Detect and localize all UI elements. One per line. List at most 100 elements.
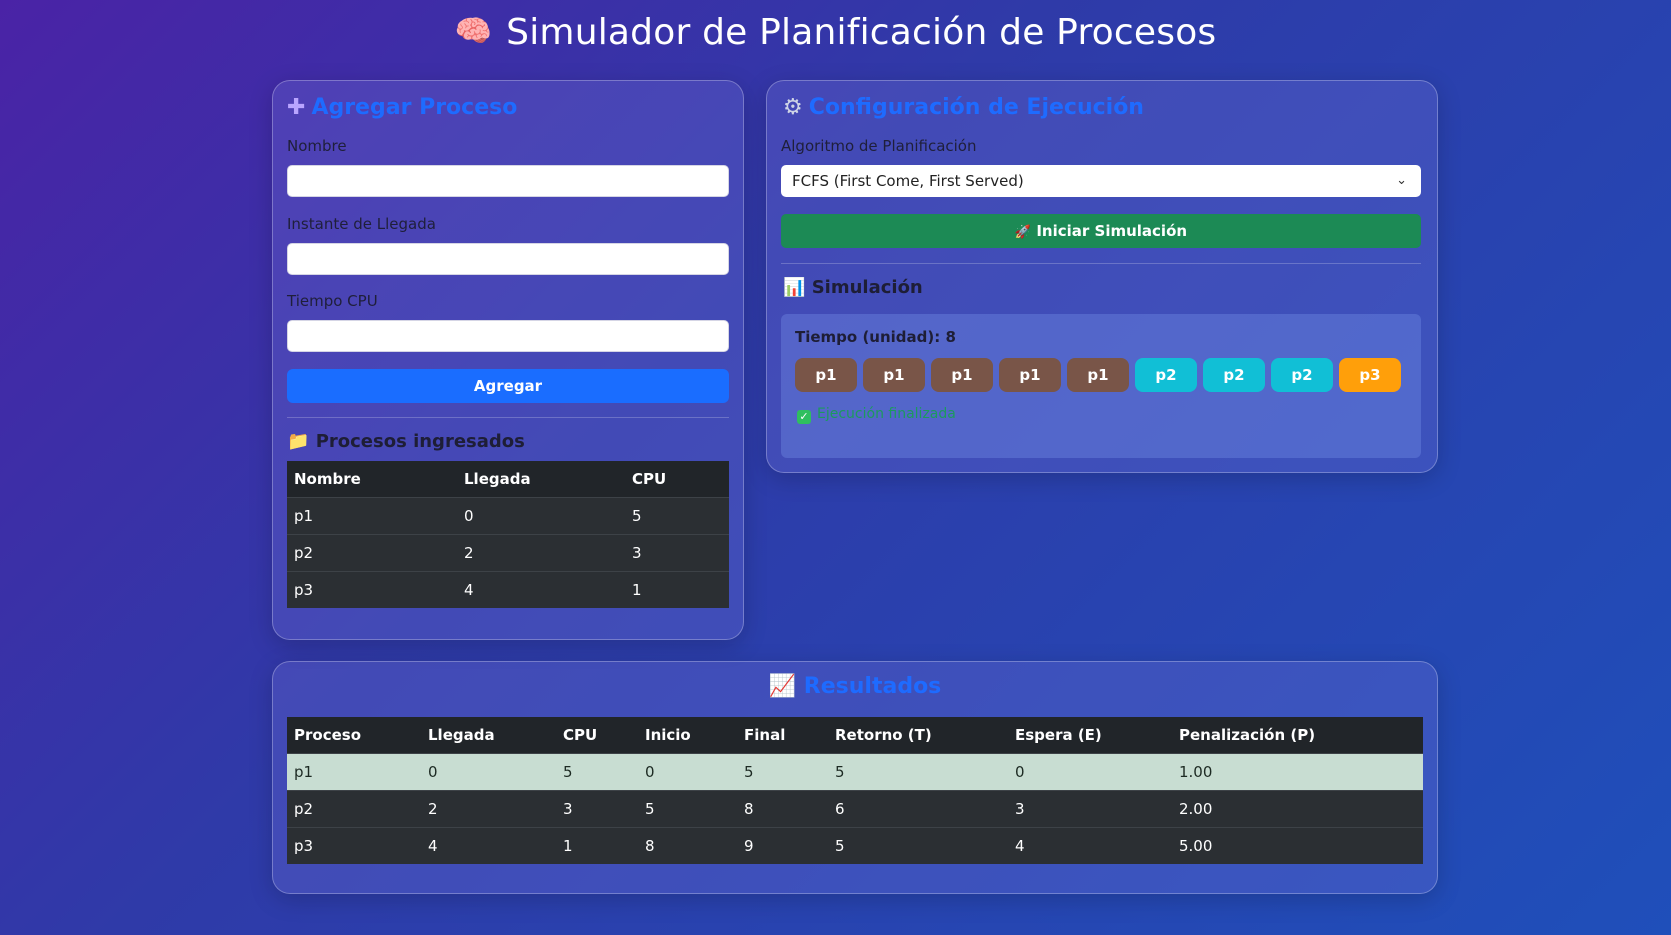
chevron-down-icon: ⌄ (1396, 173, 1407, 188)
cell: 0 (421, 753, 556, 791)
page-title: 🧠 Simulador de Planificación de Procesos (0, 12, 1671, 53)
table-row: p1 0 5 (287, 497, 729, 535)
name-input[interactable] (287, 165, 729, 197)
cell: p3 (287, 827, 421, 864)
gantt-block-p3: p3 (1339, 358, 1401, 392)
cell: 8 (737, 790, 828, 828)
status-text-label: Ejecución finalizada (817, 406, 956, 422)
gantt-block-p1: p1 (931, 358, 993, 392)
arrival-input[interactable] (287, 243, 729, 275)
name-label: Nombre (287, 137, 347, 155)
cell: p2 (287, 534, 457, 572)
start-simulation-label: Iniciar Simulación (1036, 222, 1188, 240)
divider (781, 263, 1421, 264)
col-proceso: Proceso (287, 717, 421, 754)
results-card: 📈 Resultados Proceso Llegada CPU Inicio … (272, 661, 1438, 894)
gantt-block-p2: p2 (1203, 358, 1265, 392)
config-card: ⚙ Configuración de Ejecución Algoritmo de… (766, 80, 1438, 473)
status-text: ✓ Ejecución finalizada (797, 406, 956, 424)
cell: p1 (287, 753, 421, 791)
simulation-title-text: Simulación (811, 277, 923, 298)
simulation-panel: Tiempo (unidad): 8 p1 p1 p1 p1 p1 p2 p2 p2 p3 ✓ E… (781, 314, 1421, 458)
cpu-label: Tiempo CPU (287, 292, 378, 310)
cell: 6 (828, 790, 1008, 828)
divider (287, 417, 729, 418)
cell: 0 (1008, 753, 1172, 791)
cell: 1 (625, 571, 729, 608)
cell: 5.00 (1172, 827, 1423, 864)
gantt-block-p2: p2 (1135, 358, 1197, 392)
gantt-block-p1: p1 (999, 358, 1061, 392)
cell: p1 (287, 497, 457, 535)
algorithm-label: Algoritmo de Planificación (781, 137, 977, 155)
cpu-input[interactable] (287, 320, 729, 352)
cell: 2.00 (1172, 790, 1423, 828)
folder-icon: 📁 (287, 431, 310, 452)
cell: 5 (828, 827, 1008, 864)
brain-icon: 🧠 (454, 14, 493, 49)
cell: 2 (457, 534, 625, 572)
cell: 0 (638, 753, 737, 791)
bar-chart-icon: 📊 (783, 277, 806, 298)
col-espera: Espera (E) (1008, 717, 1172, 754)
process-list-title: 📁 Procesos ingresados (287, 431, 525, 452)
rocket-icon: 🚀 (1014, 225, 1032, 240)
table-row: p2 2 3 5 8 6 3 2.00 (287, 790, 1423, 828)
cell: 9 (737, 827, 828, 864)
algorithm-select[interactable]: FCFS (First Come, First Served) ⌄ (781, 165, 1421, 197)
simulation-title: 📊 Simulación (783, 277, 923, 298)
cell: 3 (625, 534, 729, 572)
cell: 2 (421, 790, 556, 828)
col-llegada: Llegada (457, 461, 625, 498)
gantt-block-p2: p2 (1271, 358, 1333, 392)
arrival-label: Instante de Llegada (287, 215, 436, 233)
time-label: Tiempo (unidad): 8 (795, 328, 956, 346)
cell: 4 (457, 571, 625, 608)
add-process-title-text: Agregar Proceso (311, 95, 518, 120)
cell: 5 (625, 497, 729, 535)
page-title-text: Simulador de Planificación de Procesos (506, 12, 1217, 53)
check-icon: ✓ (797, 410, 811, 424)
cell: 5 (828, 753, 1008, 791)
gear-icon: ⚙ (783, 95, 803, 120)
col-cpu: CPU (625, 461, 729, 498)
col-penalizacion: Penalización (P) (1172, 717, 1423, 754)
cell: p2 (287, 790, 421, 828)
table-row: p2 2 3 (287, 534, 729, 572)
plus-icon: ✚ (287, 95, 306, 120)
col-inicio: Inicio (638, 717, 737, 754)
cell: 5 (556, 753, 638, 791)
table-row: p3 4 1 8 9 5 4 5.00 (287, 827, 1423, 864)
col-cpu: CPU (556, 717, 638, 754)
gantt-block-p1: p1 (1067, 358, 1129, 392)
results-table-header: Proceso Llegada CPU Inicio Final Retorno… (287, 717, 1423, 754)
cell: 8 (638, 827, 737, 864)
add-process-title: ✚ Agregar Proceso (287, 95, 517, 120)
results-title-text: Resultados (803, 674, 942, 699)
col-nombre: Nombre (287, 461, 457, 498)
add-button[interactable]: Agregar (287, 369, 729, 403)
cell: 1.00 (1172, 753, 1423, 791)
cell: p3 (287, 571, 457, 608)
config-title-text: Configuración de Ejecución (808, 95, 1144, 120)
cell: 5 (737, 753, 828, 791)
cell: 3 (1008, 790, 1172, 828)
config-title: ⚙ Configuración de Ejecución (783, 95, 1144, 120)
cell: 4 (1008, 827, 1172, 864)
add-process-card: ✚ Agregar Proceso Nombre Instante de Lleg… (272, 80, 744, 640)
process-list-title-text: Procesos ingresados (315, 431, 525, 452)
results-title: 📈 Resultados (273, 674, 1437, 699)
process-table-header: Nombre Llegada CPU (287, 461, 729, 498)
cell: 1 (556, 827, 638, 864)
gantt-block-p1: p1 (863, 358, 925, 392)
results-table: Proceso Llegada CPU Inicio Final Retorno… (287, 717, 1423, 864)
cell: 4 (421, 827, 556, 864)
cell: 0 (457, 497, 625, 535)
process-table: Nombre Llegada CPU p1 0 5 p2 2 3 p3 4 1 (287, 461, 729, 608)
start-simulation-button[interactable]: 🚀 Iniciar Simulación (781, 214, 1421, 248)
col-llegada: Llegada (421, 717, 556, 754)
trend-chart-icon: 📈 (768, 674, 797, 699)
algorithm-select-value: FCFS (First Come, First Served) (792, 172, 1024, 190)
col-retorno: Retorno (T) (828, 717, 1008, 754)
col-final: Final (737, 717, 828, 754)
